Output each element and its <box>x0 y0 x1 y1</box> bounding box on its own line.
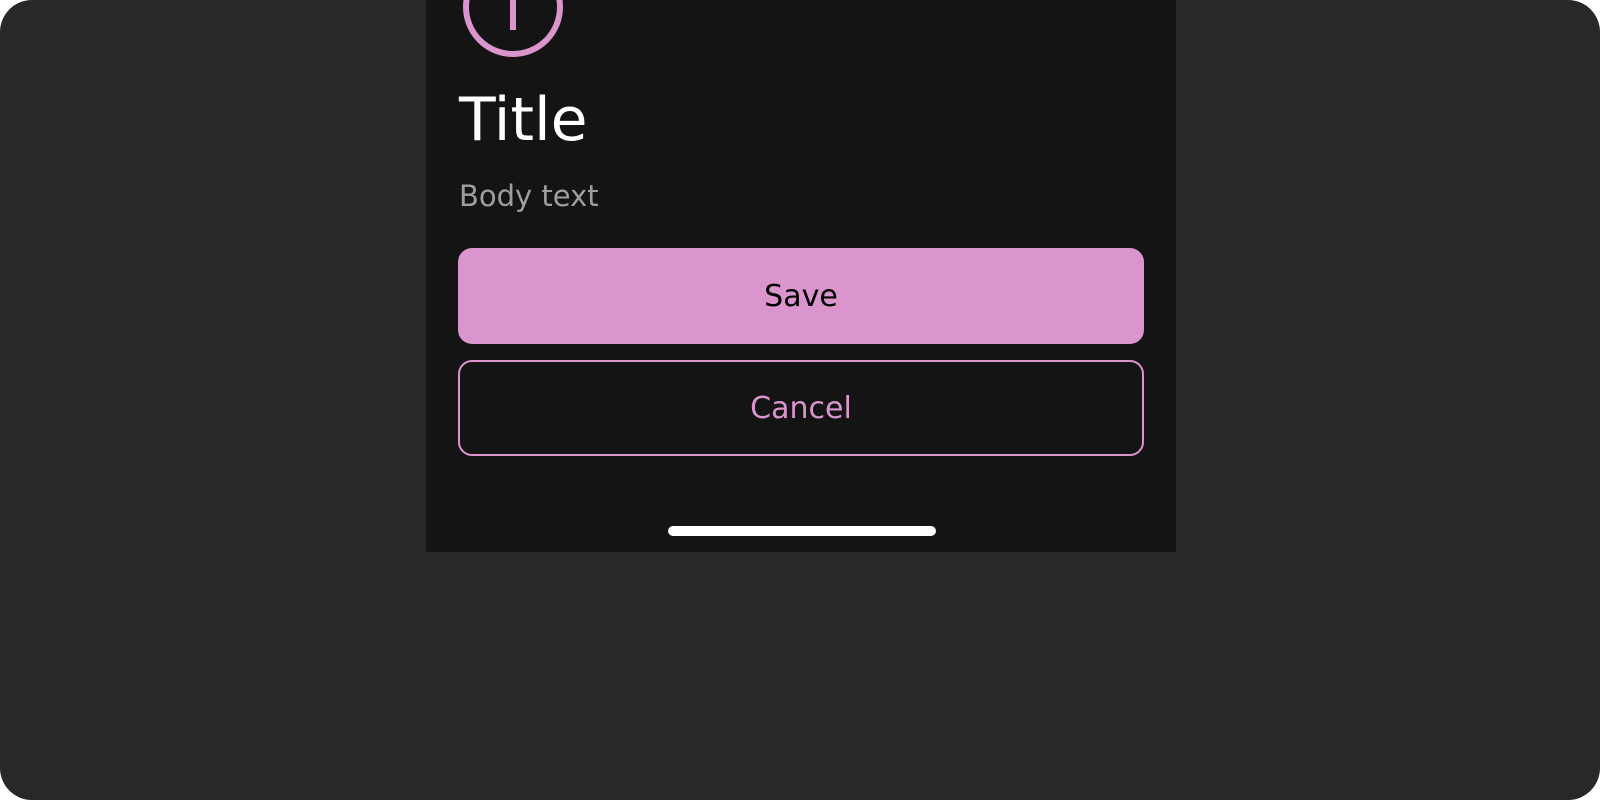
cancel-button[interactable]: Cancel <box>458 360 1144 456</box>
cancel-button-label: Cancel <box>750 390 852 426</box>
dialog-sheet: Title Body text Save Cancel <box>426 0 1176 552</box>
home-indicator[interactable] <box>668 526 936 536</box>
save-button-label: Save <box>764 278 838 314</box>
info-icon <box>462 0 564 58</box>
dialog-title: Title <box>459 85 588 155</box>
save-button[interactable]: Save <box>458 248 1144 344</box>
app-backdrop: Title Body text Save Cancel <box>0 0 1600 800</box>
dialog-body-text: Body text <box>459 179 599 213</box>
